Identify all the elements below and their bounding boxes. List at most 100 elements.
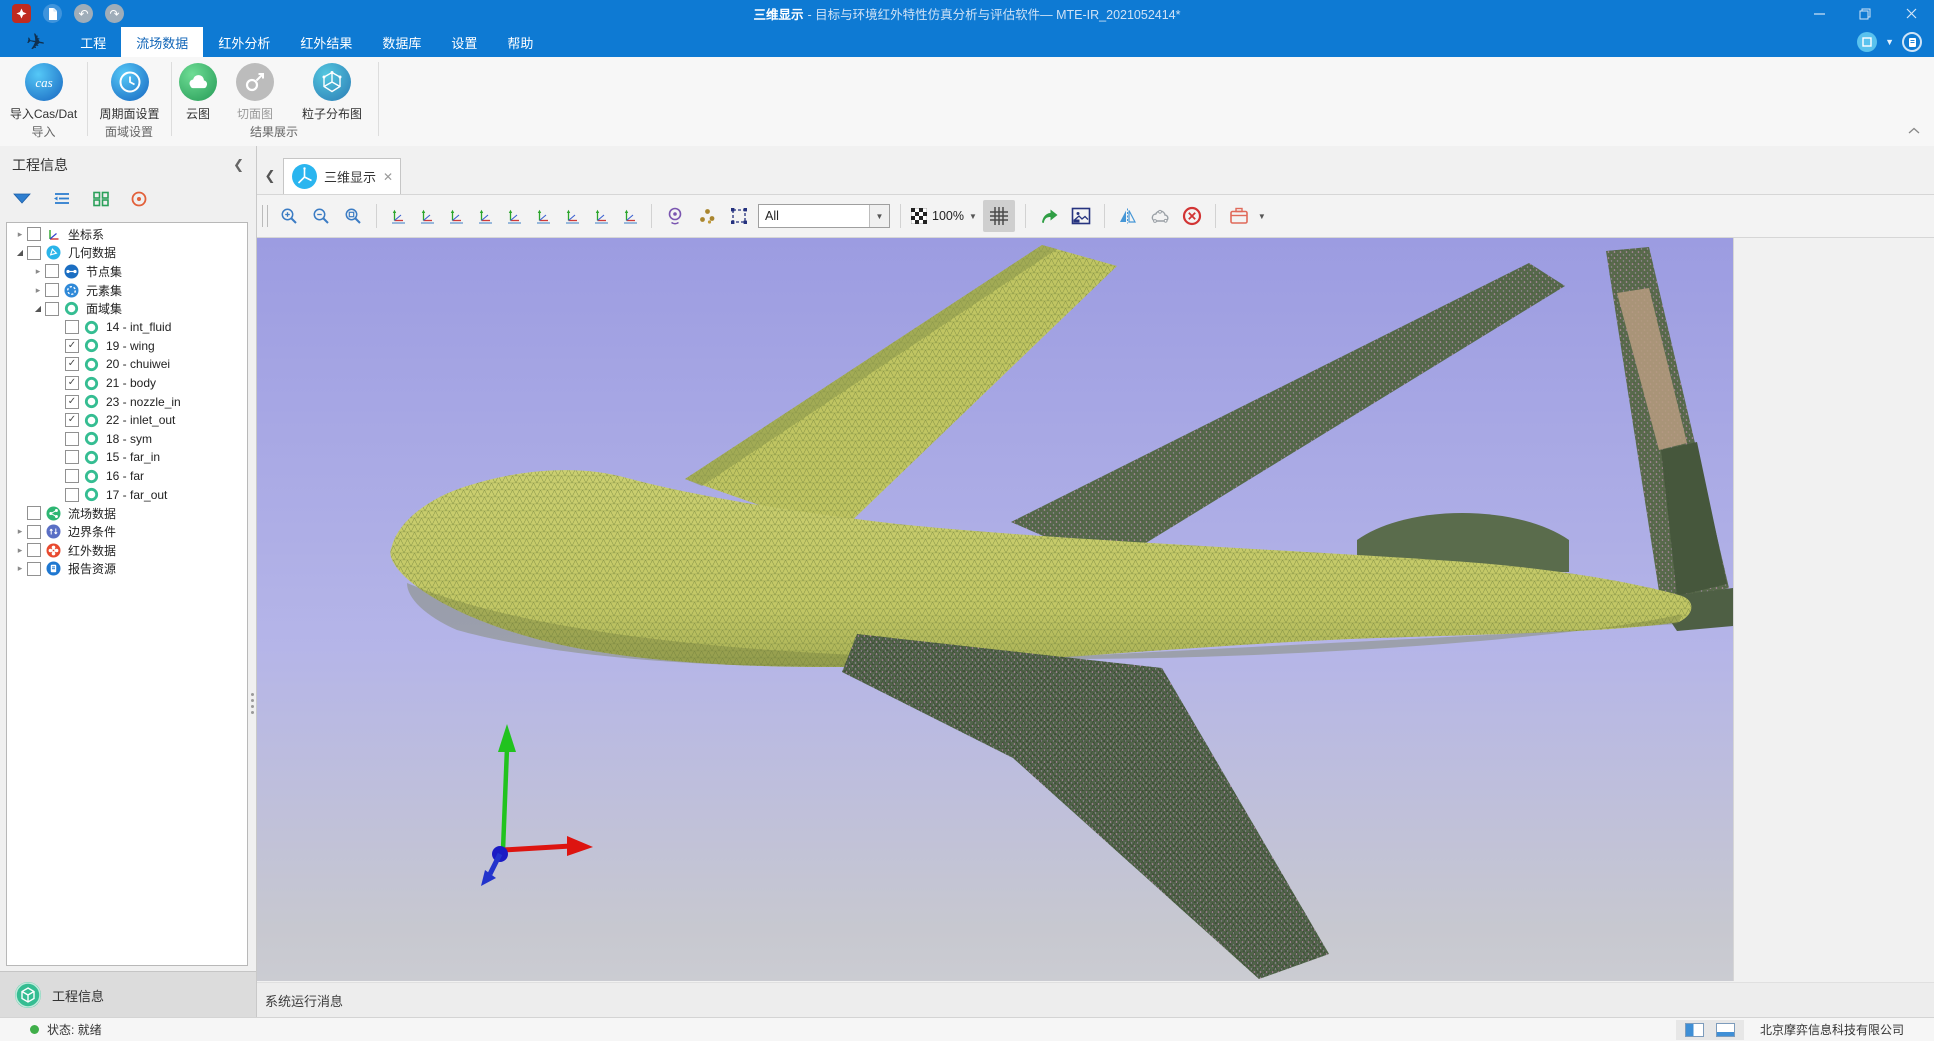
save-dropdown-icon[interactable]: ▼ — [1258, 212, 1266, 221]
undo-icon[interactable]: ↶ — [74, 4, 93, 23]
tree-item-节点集[interactable]: ▸节点集 — [7, 262, 247, 281]
filter-icon[interactable] — [12, 191, 32, 211]
zoom-out-icon[interactable] — [308, 202, 334, 230]
periodic-face-settings-button[interactable]: 周期面设置 — [88, 62, 171, 122]
marquee-select-icon[interactable] — [726, 202, 752, 230]
view-top-icon[interactable] — [503, 202, 525, 230]
redo-icon[interactable]: ↷ — [105, 4, 124, 23]
tree-expand-icon[interactable]: ▸ — [13, 526, 27, 537]
new-document-icon[interactable] — [43, 4, 62, 23]
tree-checkbox[interactable] — [45, 302, 59, 316]
view-iso-3-icon[interactable] — [619, 202, 641, 230]
list-mode-icon[interactable] — [52, 191, 72, 211]
view-bottom-icon[interactable] — [532, 202, 554, 230]
tree-item-红外数据[interactable]: ▸红外数据 — [7, 541, 247, 560]
tree-checkbox[interactable] — [27, 227, 41, 241]
tree-item-18 - sym[interactable]: 18 - sym — [7, 430, 247, 449]
ribbon-collapse-icon[interactable] — [1908, 122, 1920, 140]
viewport-3d[interactable] — [257, 238, 1734, 981]
menu-item-红外分析[interactable]: 红外分析 — [203, 27, 285, 57]
menu-item-帮助[interactable]: 帮助 — [492, 27, 548, 57]
cancel-operation-icon[interactable] — [1179, 202, 1205, 230]
import-cas-dat-button[interactable]: cas 导入Cas/Dat — [0, 62, 87, 122]
tab-3d-view[interactable]: 三维显示 ✕ — [283, 158, 401, 194]
tree-checkbox[interactable]: ✓ — [65, 376, 79, 390]
screenshot-image-icon[interactable] — [1068, 202, 1094, 230]
zoom-fit-icon[interactable] — [340, 202, 366, 230]
tree-checkbox[interactable] — [65, 488, 79, 502]
tab-scroll-left-icon[interactable]: ❮ — [257, 168, 283, 184]
tree-item-面域集[interactable]: ◢面域集 — [7, 299, 247, 318]
tree-item-报告资源[interactable]: ▸报告资源 — [7, 560, 247, 579]
tree-item-22 - inlet_out[interactable]: ✓22 - inlet_out — [7, 411, 247, 430]
view-front-icon[interactable] — [387, 202, 409, 230]
tree-checkbox[interactable] — [45, 264, 59, 278]
panel-bottom-bar[interactable]: 工程信息 — [0, 971, 256, 1018]
zoom-dropdown-icon[interactable]: ▼ — [969, 212, 977, 221]
tree-checkbox[interactable] — [65, 432, 79, 446]
combo-dropdown-icon[interactable]: ▼ — [869, 205, 889, 227]
probe-locator-icon[interactable] — [662, 202, 688, 230]
view-back-icon[interactable] — [416, 202, 438, 230]
close-button[interactable] — [1888, 0, 1934, 27]
tree-item-21 - body[interactable]: ✓21 - body — [7, 374, 247, 393]
tree-checkbox[interactable] — [65, 450, 79, 464]
tree-item-流场数据[interactable]: 流场数据 — [7, 504, 247, 523]
tree-checkbox[interactable] — [27, 246, 41, 260]
tree-checkbox[interactable] — [65, 469, 79, 483]
tree-item-19 - wing[interactable]: ✓19 - wing — [7, 337, 247, 356]
mirror-icon[interactable] — [1115, 202, 1141, 230]
style-dropdown-icon[interactable]: ▼ — [1885, 37, 1894, 47]
zoom-level-control[interactable]: 100% ▼ — [911, 208, 977, 224]
export-view-icon[interactable] — [1036, 202, 1062, 230]
menu-item-流场数据[interactable]: 流场数据 — [121, 27, 203, 57]
tree-checkbox[interactable]: ✓ — [65, 357, 79, 371]
help-manual-icon[interactable] — [1902, 32, 1922, 52]
tab-close-icon[interactable]: ✕ — [383, 170, 393, 184]
menu-item-设置[interactable]: 设置 — [436, 27, 492, 57]
tree-expand-icon[interactable]: ▸ — [31, 266, 45, 277]
view-iso-1-icon[interactable] — [561, 202, 583, 230]
tree-checkbox[interactable] — [65, 320, 79, 334]
tree-checkbox[interactable] — [27, 562, 41, 576]
tree-item-几何数据[interactable]: ◢几何数据 — [7, 244, 247, 263]
tree-expand-icon[interactable]: ▸ — [13, 563, 27, 574]
save-scene-icon[interactable] — [1226, 202, 1252, 230]
tree-expand-icon[interactable]: ▸ — [13, 229, 27, 240]
tree-item-17 - far_out[interactable]: 17 - far_out — [7, 485, 247, 504]
tree-checkbox[interactable] — [45, 283, 59, 297]
particles-select-icon[interactable] — [694, 202, 720, 230]
tree-checkbox[interactable] — [27, 525, 41, 539]
tree-item-23 - nozzle_in[interactable]: ✓23 - nozzle_in — [7, 392, 247, 411]
layout-bottom-panel-icon[interactable] — [1716, 1023, 1735, 1037]
panel-collapse-icon[interactable]: ❮ — [233, 157, 244, 173]
menu-item-工程[interactable]: 工程 — [65, 27, 121, 57]
grid-view-icon[interactable] — [92, 191, 110, 212]
layout-left-panel-icon[interactable] — [1685, 1023, 1704, 1037]
tree-expand-icon[interactable]: ▸ — [31, 285, 45, 296]
particle-distribution-button[interactable]: 粒子分布图 — [286, 62, 378, 122]
tree-item-边界条件[interactable]: ▸边界条件 — [7, 523, 247, 542]
tree-item-16 - far[interactable]: 16 - far — [7, 467, 247, 486]
tree-item-20 - chuiwei[interactable]: ✓20 - chuiwei — [7, 355, 247, 374]
tree-checkbox[interactable]: ✓ — [65, 413, 79, 427]
tree-item-元素集[interactable]: ▸元素集 — [7, 281, 247, 300]
menu-item-红外结果[interactable]: 红外结果 — [285, 27, 367, 57]
style-switch-icon[interactable] — [1857, 32, 1877, 52]
tree-expand-icon[interactable]: ◢ — [13, 248, 27, 257]
view-iso-2-icon[interactable] — [590, 202, 612, 230]
cloud-link-icon[interactable] — [1147, 202, 1173, 230]
tree-checkbox[interactable] — [27, 506, 41, 520]
contour-cloud-button[interactable]: 云图 — [172, 62, 224, 122]
view-left-icon[interactable] — [445, 202, 467, 230]
app-icon[interactable] — [12, 4, 31, 23]
restore-button[interactable] — [1842, 0, 1888, 27]
menu-item-数据库[interactable]: 数据库 — [367, 27, 436, 57]
tree-checkbox[interactable]: ✓ — [65, 339, 79, 353]
panel-splitter-handle[interactable] — [248, 690, 256, 717]
mesh-grid-toggle[interactable] — [983, 200, 1015, 232]
tree-item-坐标系[interactable]: ▸坐标系 — [7, 225, 247, 244]
toolbar-drag-handle[interactable] — [262, 205, 268, 227]
minimize-button[interactable] — [1796, 0, 1842, 27]
tree-item-15 - far_in[interactable]: 15 - far_in — [7, 448, 247, 467]
